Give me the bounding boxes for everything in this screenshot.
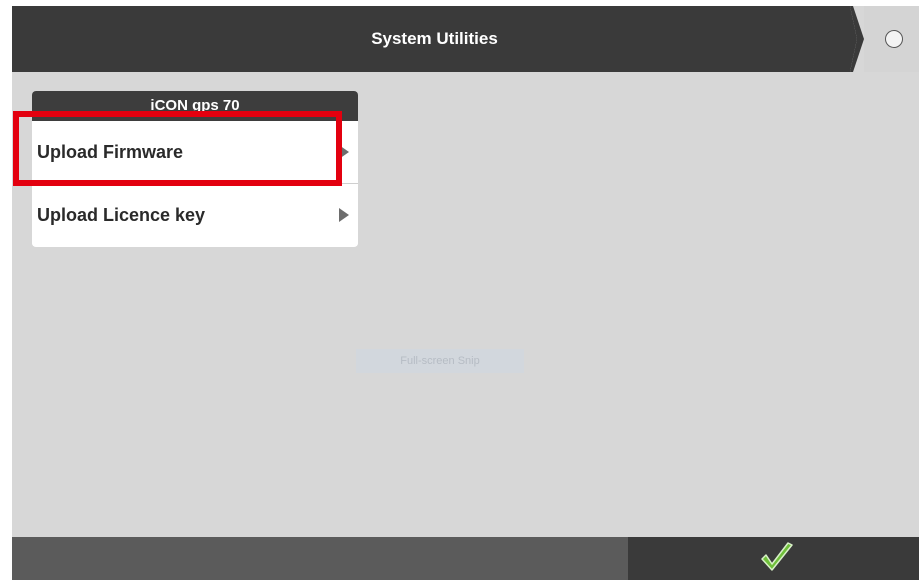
page-title: System Utilities xyxy=(371,29,498,48)
list-item-label: Upload Firmware xyxy=(37,142,184,162)
confirm-button[interactable] xyxy=(628,537,919,580)
snip-tooltip: Full-screen Snip xyxy=(356,349,524,373)
footer-left-bar xyxy=(12,537,628,580)
circle-status-icon[interactable] xyxy=(885,30,903,48)
device-panel: iCON gps 70 Upload Firmware Upload Licen… xyxy=(32,91,358,247)
app-screen: System Utilities iCON gps 70 Upload Firm… xyxy=(12,6,919,580)
panel-title: iCON gps 70 xyxy=(32,91,358,121)
upload-firmware-item[interactable]: Upload Firmware xyxy=(32,121,358,184)
chevron-right-icon xyxy=(339,145,349,159)
header: System Utilities xyxy=(12,6,919,72)
chevron-right-icon xyxy=(339,208,349,222)
upload-licence-key-item[interactable]: Upload Licence key xyxy=(32,184,358,246)
checkmark-icon xyxy=(761,542,793,571)
list-item-label: Upload Licence key xyxy=(37,205,206,225)
